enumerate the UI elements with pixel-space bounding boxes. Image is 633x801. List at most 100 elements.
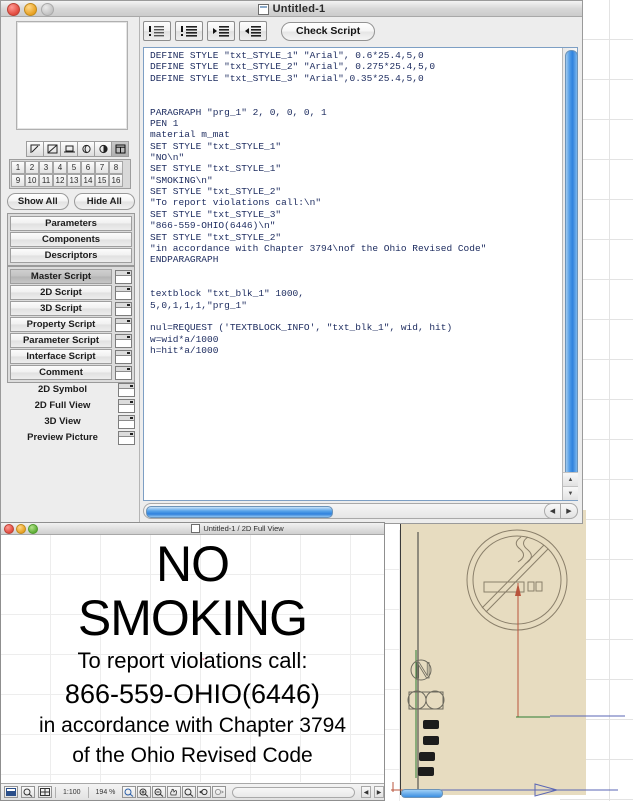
horizontal-scroll-arrows[interactable]: ◀ ▶	[544, 503, 578, 519]
sidebar-item-2d-script[interactable]: 2D Script	[10, 285, 112, 300]
2d-view-scrollbar-thumb[interactable]	[401, 788, 444, 798]
open-window-icon[interactable]	[115, 285, 132, 300]
open-window-icon[interactable]	[115, 317, 132, 332]
view-row: 3D View	[7, 415, 135, 429]
pen-cell[interactable]: 16	[109, 174, 123, 187]
floor-plan-icon[interactable]	[61, 142, 78, 156]
sidebar-item-parameter-script[interactable]: Parameter Script	[10, 333, 112, 348]
2d-window-controls[interactable]	[4, 524, 38, 534]
sidebar-item-components[interactable]: Components	[10, 232, 132, 247]
zoom-button[interactable]	[41, 3, 54, 16]
view-mode-icon-row[interactable]	[26, 141, 129, 157]
sidebar-item-parameters[interactable]: Parameters	[10, 216, 132, 231]
edit-pencil-icon[interactable]	[27, 142, 44, 156]
zoom-level-value[interactable]: 194 %	[96, 789, 116, 796]
minimize-button[interactable]	[24, 3, 37, 16]
scroll-down-arrow[interactable]: ▼	[563, 486, 578, 500]
pen-cell[interactable]: 12	[53, 174, 67, 187]
pan-hand-icon[interactable]	[167, 786, 182, 798]
zoom-in-icon[interactable]	[137, 786, 152, 798]
scroll-up-arrow[interactable]: ▲	[563, 472, 578, 486]
zoom-tool-group[interactable]	[122, 786, 227, 798]
pen-cell[interactable]: 9	[11, 174, 25, 187]
layer-icon[interactable]	[4, 786, 18, 798]
sign-line-1: NO	[156, 536, 230, 592]
open-window-icon[interactable]	[115, 349, 132, 364]
zoom-selected-icon[interactable]	[122, 786, 137, 798]
scroll-right-arrow[interactable]: ▶	[561, 503, 578, 519]
sidebar-item-comment[interactable]: Comment	[10, 365, 112, 380]
preview-thumbnail[interactable]	[16, 21, 128, 130]
open-window-icon[interactable]	[118, 415, 135, 429]
pen-cell[interactable]: 6	[81, 161, 95, 174]
pen-cell[interactable]: 2	[25, 161, 39, 174]
pen-cell[interactable]: 3	[39, 161, 53, 174]
pen-cell[interactable]: 1	[11, 161, 25, 174]
horizontal-scrollbar[interactable]	[143, 503, 578, 519]
close-button[interactable]	[7, 3, 20, 16]
open-window-icon[interactable]	[118, 431, 135, 445]
pen-cell[interactable]: 7	[95, 161, 109, 174]
sidebar-item-property-script[interactable]: Property Script	[10, 317, 112, 332]
pen-cell[interactable]: 15	[95, 174, 109, 187]
sidebar-item-interface-script[interactable]: Interface Script	[10, 349, 112, 364]
check-syntax-icon[interactable]	[143, 21, 171, 41]
pen-cell[interactable]: 8	[109, 161, 123, 174]
sidebar-item-3d-script[interactable]: 3D Script	[10, 301, 112, 316]
pen-cell[interactable]: 4	[53, 161, 67, 174]
zoom-fit-icon[interactable]	[21, 786, 35, 798]
vertical-scrollbar-thumb[interactable]	[565, 50, 578, 487]
indent-right-icon[interactable]	[207, 21, 235, 41]
sign-line-2: SMOKING	[77, 590, 308, 646]
pen-cell[interactable]: 13	[67, 174, 81, 187]
sidebar-item-descriptors[interactable]: Descriptors	[10, 248, 132, 263]
sign-line-3: To report violations call:	[77, 648, 308, 673]
2d-view-titlebar[interactable]: Untitled-1 / 2D Full View	[1, 523, 384, 535]
scale-value[interactable]: 1:100	[63, 789, 81, 796]
script-window-icon[interactable]	[112, 142, 128, 156]
pen-number-grid[interactable]: 1 2 3 4 5 6 7 8 9 10 11 12 13 14 15 16	[9, 159, 131, 189]
2d-scroll-left-arrow[interactable]: ◀	[361, 786, 371, 798]
zoom-prev-icon[interactable]	[197, 786, 212, 798]
sidebar-item-master-script[interactable]: Master Script	[10, 269, 112, 284]
hide-all-button[interactable]: Hide All	[73, 193, 135, 210]
show-all-button[interactable]: Show All	[7, 193, 69, 210]
zoom-next-icon[interactable]	[212, 786, 227, 798]
grid-icon[interactable]	[38, 786, 52, 798]
editor-area: Check Script DEFINE STYLE "txt_STYLE_1" …	[140, 17, 581, 522]
line-numbers-icon[interactable]	[175, 21, 203, 41]
view-label-2d-full-view: 2D Full View	[34, 400, 91, 411]
pen-cell[interactable]: 5	[67, 161, 81, 174]
window-titlebar[interactable]: Untitled-1	[1, 1, 582, 17]
open-window-icon[interactable]	[115, 365, 132, 380]
open-window-icon[interactable]	[118, 399, 135, 413]
globe-3d-icon[interactable]	[78, 142, 95, 156]
fill-icon[interactable]	[44, 142, 61, 156]
vertical-scrollbar[interactable]: ▲ ▼	[562, 48, 578, 500]
2d-scroll-right-arrow[interactable]: ▶	[374, 786, 384, 798]
open-window-icon[interactable]	[115, 269, 132, 284]
open-window-icon[interactable]	[118, 383, 135, 397]
scroll-left-arrow[interactable]: ◀	[544, 503, 561, 519]
open-window-icon[interactable]	[115, 301, 132, 316]
zoom-button[interactable]	[28, 524, 38, 534]
pen-cell[interactable]: 11	[39, 174, 53, 187]
pen-cell[interactable]: 10	[25, 174, 39, 187]
horizontal-scrollbar-thumb[interactable]	[146, 506, 333, 518]
pen-cell[interactable]: 14	[81, 174, 95, 187]
shade-3d-icon[interactable]	[95, 142, 112, 156]
close-button[interactable]	[4, 524, 14, 534]
left-panel: 1 2 3 4 5 6 7 8 9 10 11 12 13 14 15 16 S…	[2, 17, 140, 524]
code-scroll-area[interactable]: DEFINE STYLE "txt_STYLE_1" "Arial", 0.6*…	[144, 48, 562, 500]
script-source-text[interactable]: DEFINE STYLE "txt_STYLE_1" "Arial", 0.6*…	[150, 50, 562, 356]
minimize-button[interactable]	[16, 524, 26, 534]
window-controls[interactable]	[7, 3, 54, 16]
zoom-out-icon[interactable]	[152, 786, 167, 798]
open-window-icon[interactable]	[115, 333, 132, 348]
code-editor[interactable]: DEFINE STYLE "txt_STYLE_1" "Arial", 0.6*…	[143, 47, 578, 501]
indent-left-icon[interactable]	[239, 21, 267, 41]
zoom-fit-window-icon[interactable]	[182, 786, 197, 798]
2d-view-canvas[interactable]: NO SMOKING To report violations call: 86…	[1, 535, 384, 782]
2d-view-horizontal-scrollbar[interactable]	[232, 786, 444, 798]
check-script-button[interactable]: Check Script	[281, 21, 376, 41]
